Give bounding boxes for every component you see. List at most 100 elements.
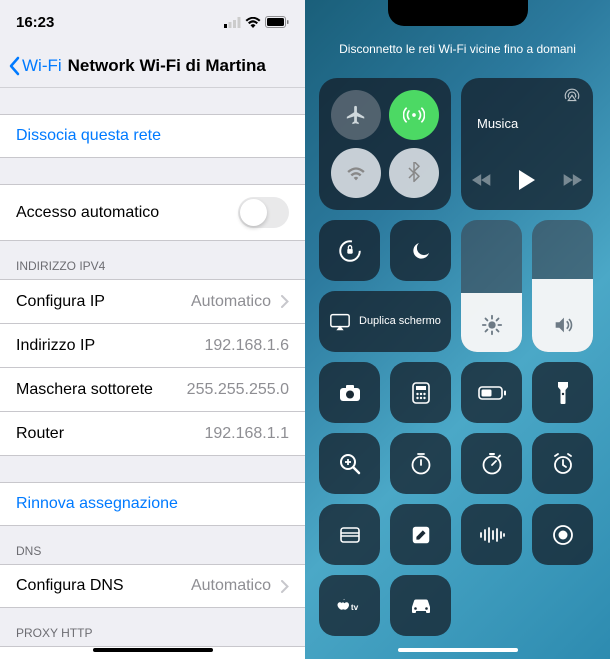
notes-button[interactable] bbox=[390, 504, 451, 565]
music-title: Musica bbox=[477, 116, 583, 131]
apple-tv-remote-button[interactable]: tv bbox=[319, 575, 380, 636]
ip-address-row: Indirizzo IP 192.168.1.6 bbox=[0, 324, 305, 368]
play-icon[interactable] bbox=[516, 168, 538, 192]
nav-title: Network Wi-Fi di Martina bbox=[68, 56, 297, 76]
dns-header: DNS bbox=[0, 526, 305, 564]
router-row: Router 192.168.1.1 bbox=[0, 412, 305, 456]
notch bbox=[388, 0, 528, 26]
ipv4-header: INDIRIZZO IPV4 bbox=[0, 241, 305, 279]
configure-ip-label: Configura IP bbox=[16, 293, 105, 311]
wallet-icon bbox=[338, 525, 362, 545]
calculator-button[interactable] bbox=[390, 362, 451, 423]
proxy-header: PROXY HTTP bbox=[0, 608, 305, 646]
low-power-button[interactable] bbox=[461, 362, 522, 423]
auto-join-row: Accesso automatico bbox=[0, 184, 305, 241]
do-not-disturb-button[interactable] bbox=[390, 220, 451, 281]
renew-lease-label: Rinnova assegnazione bbox=[16, 495, 178, 513]
camera-button[interactable] bbox=[319, 362, 380, 423]
moon-icon bbox=[409, 239, 433, 263]
brightness-icon bbox=[481, 314, 503, 336]
bluetooth-button[interactable] bbox=[389, 148, 439, 198]
music-controls bbox=[461, 168, 593, 192]
previous-track-icon[interactable] bbox=[472, 173, 492, 187]
alarm-button[interactable] bbox=[532, 433, 593, 494]
auto-join-switch[interactable] bbox=[238, 197, 289, 228]
rotation-lock-icon bbox=[337, 238, 363, 264]
back-label: Wi-Fi bbox=[22, 56, 62, 76]
airplane-mode-button[interactable] bbox=[331, 90, 381, 140]
alarm-icon bbox=[551, 452, 575, 476]
router-value: 192.168.1.1 bbox=[204, 425, 289, 443]
router-label: Router bbox=[16, 425, 64, 443]
timer-button[interactable] bbox=[390, 433, 451, 494]
wifi-details-screen: 16:23 Wi-Fi Network Wi-Fi di Martina Dis… bbox=[0, 0, 305, 659]
home-indicator[interactable] bbox=[398, 648, 518, 652]
screen-mirroring-button[interactable]: Duplica schermo bbox=[319, 291, 451, 352]
wifi-icon bbox=[245, 17, 261, 28]
ip-address-label: Indirizzo IP bbox=[16, 337, 95, 355]
subnet-mask-value: 255.255.255.0 bbox=[187, 381, 289, 399]
wifi-disconnect-hint: Disconnetto le reti Wi-Fi vicine fino a … bbox=[305, 42, 610, 56]
wallet-button[interactable] bbox=[319, 504, 380, 565]
forget-network-button[interactable]: Dissocia questa rete bbox=[0, 114, 305, 158]
subnet-mask-label: Maschera sottorete bbox=[16, 381, 153, 399]
battery-icon bbox=[265, 16, 289, 28]
auto-join-label: Accesso automatico bbox=[16, 204, 159, 222]
configure-dns-row[interactable]: Configura DNS Automatico bbox=[0, 564, 305, 608]
renew-lease-button[interactable]: Rinnova assegnazione bbox=[0, 482, 305, 526]
music-tile[interactable]: Musica bbox=[461, 78, 593, 210]
wifi-button[interactable] bbox=[331, 148, 381, 198]
status-icons bbox=[224, 16, 289, 28]
chevron-right-icon bbox=[281, 580, 289, 593]
timer-icon bbox=[409, 452, 433, 476]
airplay-icon bbox=[563, 88, 581, 104]
voice-memos-button[interactable] bbox=[461, 504, 522, 565]
screen-mirror-label: Duplica schermo bbox=[359, 315, 441, 328]
configure-ip-row[interactable]: Configura IP Automatico bbox=[0, 280, 305, 324]
airplane-icon bbox=[345, 104, 367, 126]
car-icon bbox=[407, 596, 435, 616]
screen-mirror-icon bbox=[329, 312, 351, 332]
forget-network-label: Dissocia questa rete bbox=[16, 127, 161, 145]
battery-icon bbox=[478, 386, 506, 400]
apple-tv-icon: tv bbox=[335, 597, 365, 615]
notes-icon bbox=[410, 524, 432, 546]
back-button[interactable]: Wi-Fi bbox=[8, 56, 62, 76]
svg-text:tv: tv bbox=[350, 601, 358, 611]
stopwatch-button[interactable] bbox=[461, 433, 522, 494]
control-center-grid: Musica bbox=[319, 78, 596, 646]
carplay-button[interactable] bbox=[390, 575, 451, 636]
flashlight-button[interactable] bbox=[532, 362, 593, 423]
next-track-icon[interactable] bbox=[562, 173, 582, 187]
configure-dns-value: Automatico bbox=[191, 577, 271, 595]
status-time: 16:23 bbox=[16, 14, 54, 31]
wifi-icon bbox=[345, 162, 367, 184]
configure-ip-value: Automatico bbox=[191, 293, 271, 311]
home-indicator[interactable] bbox=[93, 648, 213, 652]
magnifier-button[interactable] bbox=[319, 433, 380, 494]
connectivity-tile[interactable] bbox=[319, 78, 451, 210]
screen-record-button[interactable] bbox=[532, 504, 593, 565]
chevron-left-icon bbox=[8, 56, 20, 76]
flashlight-icon bbox=[556, 380, 570, 406]
configure-dns-label: Configura DNS bbox=[16, 577, 124, 595]
rotation-lock-button[interactable] bbox=[319, 220, 380, 281]
brightness-slider[interactable] bbox=[461, 220, 522, 352]
status-bar: 16:23 bbox=[0, 0, 305, 44]
volume-icon bbox=[552, 314, 574, 336]
chevron-right-icon bbox=[281, 295, 289, 308]
calculator-icon bbox=[411, 381, 431, 405]
cellular-icon bbox=[224, 17, 241, 28]
antenna-icon bbox=[403, 104, 425, 126]
waveform-icon bbox=[478, 526, 506, 544]
stopwatch-icon bbox=[480, 452, 504, 476]
ip-address-value: 192.168.1.6 bbox=[204, 337, 289, 355]
cellular-data-button[interactable] bbox=[389, 90, 439, 140]
volume-slider[interactable] bbox=[532, 220, 593, 352]
bluetooth-icon bbox=[404, 162, 424, 184]
control-center-screen: Disconnetto le reti Wi-Fi vicine fino a … bbox=[305, 0, 610, 659]
camera-icon bbox=[338, 383, 362, 403]
magnifier-icon bbox=[338, 452, 362, 476]
record-icon bbox=[551, 523, 575, 547]
subnet-mask-row: Maschera sottorete 255.255.255.0 bbox=[0, 368, 305, 412]
